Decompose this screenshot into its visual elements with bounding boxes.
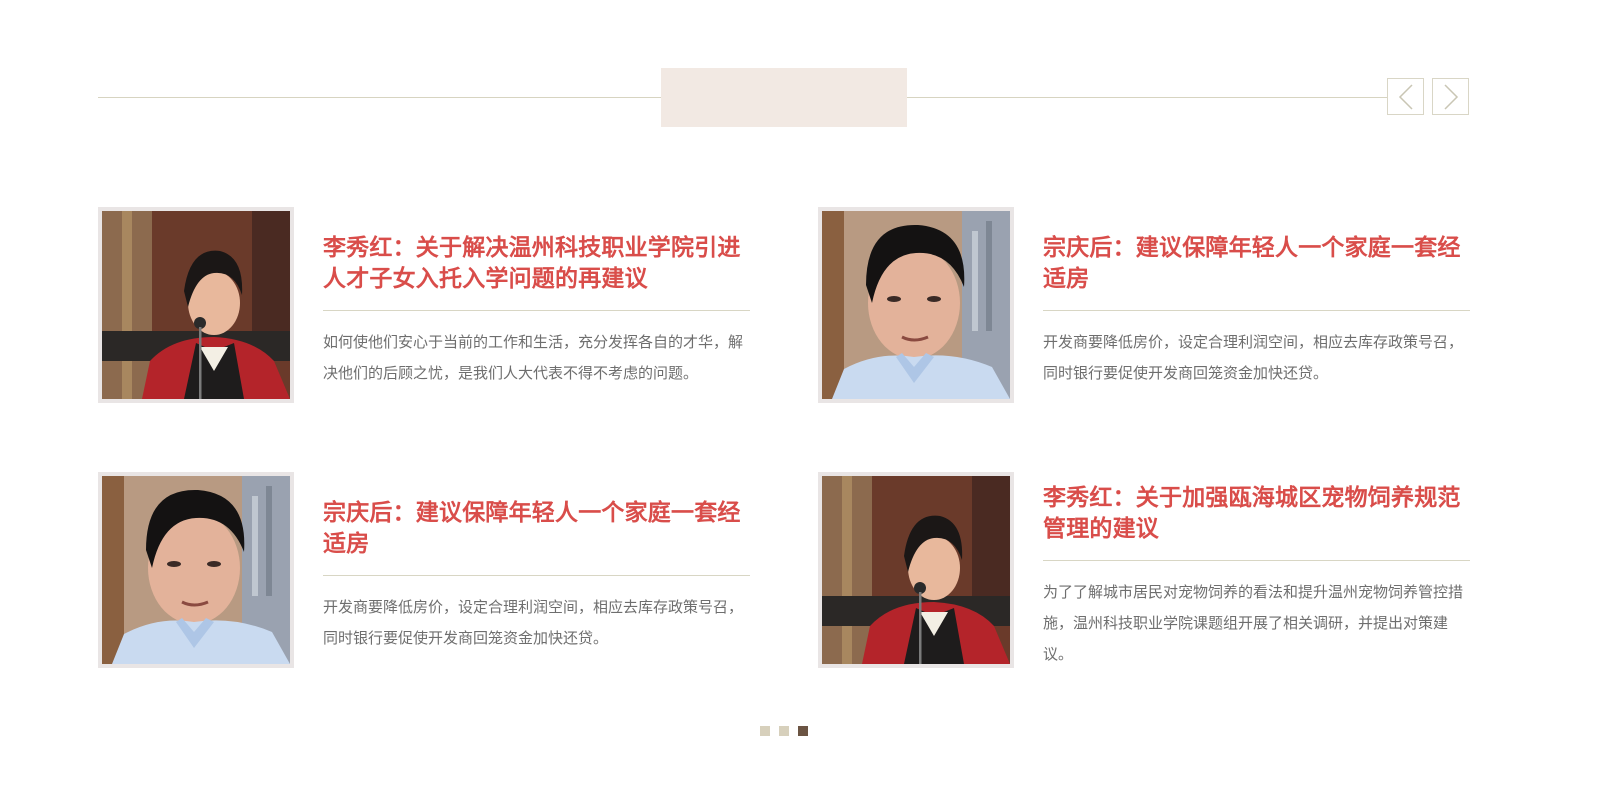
pagination-dots	[760, 726, 808, 736]
pagination-dot[interactable]	[779, 726, 789, 736]
chevron-right-icon	[1443, 83, 1458, 110]
card-title[interactable]: 李秀红：关于解决温州科技职业学院引进人才子女入托入学问题的再建议	[323, 233, 750, 295]
card-description: 开发商要降低房价，设定合理利润空间，相应去库存政策号召，同时银行要促使开发商回笼…	[323, 598, 744, 647]
card-description: 开发商要降低房价，设定合理利润空间，相应去库存政策号召，同时银行要促使开发商回笼…	[1043, 333, 1464, 382]
card-title[interactable]: 李秀红：关于加强瓯海城区宠物饲养规范管理的建议	[1043, 483, 1470, 545]
card-photo[interactable]	[818, 472, 1014, 668]
news-card[interactable]: 宗庆后：建议保障年轻人一个家庭一套经适房 开发商要降低房价，设定合理利润空间，相…	[98, 472, 771, 672]
news-card[interactable]: 李秀红：关于加强瓯海城区宠物饲养规范管理的建议 为了了解城市居民对宠物饲养的看法…	[818, 472, 1491, 672]
pagination-dot[interactable]	[760, 726, 770, 736]
section-header-box	[661, 68, 907, 127]
card-divider	[323, 575, 750, 576]
card-description: 为了了解城市居民对宠物饲养的看法和提升温州宠物饲养管控措施，温州科技职业学院课题…	[1043, 583, 1464, 663]
card-photo[interactable]	[98, 207, 294, 403]
card-divider	[323, 310, 750, 311]
card-title[interactable]: 宗庆后：建议保障年轻人一个家庭一套经适房	[323, 498, 750, 560]
card-photo[interactable]	[98, 472, 294, 668]
news-card[interactable]: 宗庆后：建议保障年轻人一个家庭一套经适房 开发商要降低房价，设定合理利润空间，相…	[818, 207, 1491, 407]
card-photo[interactable]	[818, 207, 1014, 403]
card-title[interactable]: 宗庆后：建议保障年轻人一个家庭一套经适房	[1043, 233, 1470, 295]
card-description: 如何使他们安心于当前的工作和生活，充分发挥各自的才华，解决他们的后顾之忧，是我们…	[323, 333, 744, 382]
card-divider	[1043, 560, 1470, 561]
previous-button[interactable]	[1387, 78, 1424, 115]
news-card[interactable]: 李秀红：关于解决温州科技职业学院引进人才子女入托入学问题的再建议 如何使他们安心…	[98, 207, 771, 407]
chevron-left-icon	[1398, 83, 1413, 110]
next-button[interactable]	[1432, 78, 1469, 115]
pagination-dot-active[interactable]	[798, 726, 808, 736]
card-divider	[1043, 310, 1470, 311]
